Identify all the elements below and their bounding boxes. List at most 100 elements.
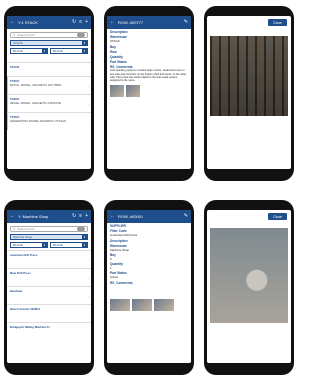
filter-select-b[interactable]: BLANK ▾ (50, 242, 88, 248)
menu-icon[interactable]: ≡ (79, 20, 82, 25)
field-label: SUPPLIER (110, 224, 126, 229)
list-item[interactable]: Bench Grinder 5005K4 › (7, 304, 91, 322)
screen: ← ROW, #00777 ✎ Description Warehouse ST… (107, 16, 191, 169)
comments-value: Auto stacking systems contains large mot… (110, 69, 187, 82)
close-button[interactable]: Close (268, 19, 287, 26)
photo-thumbnail[interactable] (110, 85, 124, 98)
chevron-right-icon: › (87, 101, 89, 107)
field-value: Machine Shop (110, 247, 130, 252)
menu-icon[interactable]: ≡ (79, 214, 82, 219)
field-label: Quantity (110, 54, 123, 59)
list-item[interactable]: Bandsaw › (7, 286, 91, 304)
phone-bottom-left: ← Y: Machine Shop ↻ ≡ + ⚲ Search items M… (4, 200, 94, 375)
search-input[interactable]: ⚲ Search items (10, 32, 88, 38)
phone-top-middle: ← ROW, #00777 ✎ Description Warehouse ST… (104, 6, 194, 181)
chevron-right-icon: › (87, 293, 89, 299)
screen: Close (207, 210, 291, 363)
filter-toggle[interactable] (77, 227, 85, 231)
field-value: STACK (110, 39, 120, 44)
list-item-title: Mow Drill Press (10, 271, 31, 275)
list-item-title: Bandsaw (10, 289, 23, 293)
filter-a-value: BLANK (13, 243, 23, 247)
filter-row: BLANK ▾ BLANK ▾ (10, 48, 88, 54)
back-arrow-icon[interactable]: ← (110, 214, 115, 219)
chevron-down-icon: ▾ (82, 49, 87, 53)
header-title: ROW, #00001 (118, 214, 144, 219)
list-item[interactable]: TODAY BATCH, MODEL, MAGNETIC 150 7685S › (7, 76, 91, 94)
field-label: Description (110, 238, 128, 243)
photo-thumbnail[interactable] (132, 298, 152, 311)
list-item-subtitle: IMAGE, MODEL, MAGNETIC A1542STE (10, 101, 61, 105)
edit-icon[interactable]: ✎ (184, 20, 188, 25)
search-input[interactable]: ⚲ Search items (10, 226, 88, 232)
list-item-title: STACK (10, 65, 20, 69)
list-item-subtitle: GENERATING MODEL MAGNETIC 07/14/22 (10, 119, 67, 123)
list-item[interactable]: American Drill Press › (7, 250, 91, 268)
phone-bottom-right: Close (204, 200, 294, 375)
filter-select-b[interactable]: BLANK ▾ (50, 48, 88, 54)
search-placeholder: Search items (17, 33, 35, 37)
edit-icon[interactable]: ✎ (184, 214, 188, 219)
filter-row: BLANK ▾ BLANK ▾ (10, 242, 88, 248)
refresh-icon[interactable]: ↻ (72, 20, 76, 25)
location-value: STACK (13, 41, 23, 45)
phone-top-left: ← Y:1 STACK ↻ ≡ + ⚲ Search items STACK ▾… (4, 6, 94, 181)
phone-top-right: Close (204, 6, 294, 181)
app-header: ← ROW, #00777 ✎ (107, 16, 191, 29)
screen: Close (207, 16, 291, 169)
field-value: American Drill Press (110, 233, 138, 238)
location-select[interactable]: STACK ▾ (10, 40, 88, 46)
list-item[interactable]: TODAY GENERATING MODEL MAGNETIC 07/14/22… (7, 112, 91, 130)
photo-thumbnail[interactable] (126, 85, 140, 98)
list-item-subtitle: BATCH, MODEL, MAGNETIC 150 7685S (10, 83, 62, 87)
field-label: Row (110, 49, 117, 54)
app-header: ← Y:1 STACK ↻ ≡ + (7, 16, 91, 29)
header-title: Y:1 STACK (18, 20, 38, 25)
list-item[interactable]: STACK (7, 62, 91, 76)
add-icon[interactable]: + (85, 214, 88, 219)
list-item-title: Bridgeport Milling Machine #1 (10, 325, 50, 329)
back-arrow-icon[interactable]: ← (10, 20, 15, 25)
app-header: ← ROW, #00001 ✎ (107, 210, 191, 223)
filter-toggle[interactable] (77, 33, 85, 37)
chevron-right-icon: › (87, 311, 89, 317)
close-button[interactable]: Close (268, 213, 287, 220)
photo-thumbnail[interactable] (154, 298, 174, 311)
header-title: ROW, #00777 (118, 20, 144, 25)
location-value: Machine Shop (13, 235, 33, 239)
search-placeholder: Search items (17, 227, 35, 231)
field-label: Description (110, 30, 128, 35)
field-value: Active (110, 275, 119, 280)
chevron-down-icon: ▾ (82, 235, 87, 239)
screen: ← Y: Machine Shop ↻ ≡ + ⚲ Search items M… (7, 210, 91, 363)
header-title: Y: Machine Shop (18, 214, 49, 219)
photo-thumbnails (110, 85, 188, 98)
screen: ← ROW, #00001 ✎ SUPPLIER Filter Code Ame… (107, 210, 191, 363)
screen: ← Y:1 STACK ↻ ≡ + ⚲ Search items STACK ▾… (7, 16, 91, 169)
chevron-down-icon: ▾ (42, 49, 47, 53)
field-label: Part Status (110, 60, 127, 65)
field-value: 0 (110, 256, 112, 261)
filter-a-value: BLANK (13, 49, 23, 53)
list-item-title: American Drill Press (10, 253, 38, 257)
location-select[interactable]: Machine Shop ▾ (10, 234, 88, 240)
list-item[interactable]: Mow Drill Press › (7, 268, 91, 286)
list-item[interactable]: TODAY IMAGE, MODEL, MAGNETIC A1542STE › (7, 94, 91, 112)
phone-bottom-middle: ← ROW, #00001 ✎ SUPPLIER Filter Code Ame… (104, 200, 194, 375)
filter-select-a[interactable]: BLANK ▾ (10, 48, 48, 54)
search-icon: ⚲ (13, 33, 16, 37)
chevron-right-icon: › (87, 275, 89, 281)
photo-thumbnail[interactable] (110, 298, 130, 311)
back-arrow-icon[interactable]: ← (110, 20, 115, 25)
filter-select-a[interactable]: BLANK ▾ (10, 242, 48, 248)
filter-b-value: BLANK (53, 49, 63, 53)
add-icon[interactable]: + (85, 20, 88, 25)
list-item-title: Bench Grinder 5005K4 (10, 307, 41, 311)
chevron-right-icon: › (87, 257, 89, 263)
photo-thumbnails (110, 298, 188, 311)
warehouse-photo (210, 36, 288, 116)
back-arrow-icon[interactable]: ← (10, 214, 15, 219)
field-label: Bay (110, 44, 116, 49)
refresh-icon[interactable]: ↻ (72, 214, 76, 219)
list-item[interactable]: Bridgeport Milling Machine #1 (7, 322, 91, 334)
